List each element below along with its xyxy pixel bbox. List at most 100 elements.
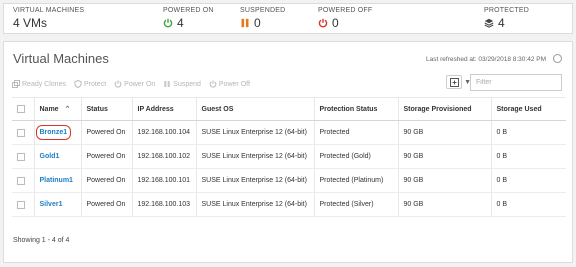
protect-label: Protect: [83, 80, 107, 88]
vm-status: Powered On: [80, 144, 132, 169]
filter-input[interactable]: [470, 74, 562, 91]
column-ip-address[interactable]: IP Address: [131, 97, 196, 121]
power-on-label: Power On: [124, 80, 156, 88]
column-storage-used-label: Storage Used: [496, 105, 542, 113]
last-refreshed-text: Last refreshed at: 03/29/2018 8:30:42 PM: [426, 56, 546, 63]
stat-virtual-machines: Virtual Machines 4 VMs: [13, 7, 84, 30]
column-status-label: Status: [86, 105, 108, 113]
vm-os: SUSE Linux Enterprise 12 (64-bit): [195, 192, 314, 217]
column-name-label: Name: [39, 106, 59, 113]
vm-os: SUSE Linux Enterprise 12 (64-bit): [195, 168, 314, 193]
vm-ip: 192.168.100.101: [131, 168, 196, 193]
protected-count: 4: [498, 16, 505, 30]
power-off-button[interactable]: Power Off: [209, 80, 250, 88]
power-on-button[interactable]: Power On: [114, 80, 155, 88]
vm-storage-used: 0 B: [490, 144, 566, 169]
row-checkbox[interactable]: [17, 152, 25, 161]
pause-icon: [241, 18, 249, 28]
table-row[interactable]: Platinum1 Powered On 192.168.100.101 SUS…: [12, 168, 566, 193]
powered-off-count: 0: [332, 16, 339, 30]
power-off-label: Power Off: [218, 80, 250, 88]
row-select-cell: [12, 120, 34, 145]
stat-value: 4: [484, 16, 529, 30]
power-icon: [114, 80, 122, 88]
pagination-summary: Showing 1 - 4 of 4: [13, 237, 70, 244]
column-os-label: Guest OS: [201, 105, 234, 113]
panel-title: Virtual Machines: [13, 51, 109, 66]
stat-powered-off: Powered Off 0: [318, 7, 372, 30]
stat-label: Virtual Machines: [13, 7, 85, 14]
vm-storage-used: 0 B: [490, 168, 566, 193]
column-name[interactable]: Name ⌃: [33, 97, 81, 121]
stat-label: Suspended: [240, 7, 286, 14]
vm-storage-provisioned: 90 GB: [397, 144, 491, 169]
table-row[interactable]: Gold1 Powered On 192.168.100.102 SUSE Li…: [12, 144, 566, 169]
vm-status: Powered On: [80, 192, 132, 217]
stat-value: 0: [318, 16, 372, 30]
stat-label: Powered On: [163, 7, 214, 14]
vm-name-link[interactable]: Gold1: [40, 153, 60, 160]
vm-storage-used: 0 B: [490, 120, 566, 145]
stat-label: Powered Off: [318, 7, 373, 14]
column-storage-provisioned[interactable]: Storage Provisioned: [397, 97, 491, 121]
stat-powered-on: Powered On 4: [163, 7, 214, 30]
row-select-cell: [12, 144, 34, 169]
vm-os: SUSE Linux Enterprise 12 (64-bit): [195, 120, 314, 145]
action-toolbar: Ready Clones Protect Power On Suspend Po…: [12, 80, 250, 88]
vm-storage-provisioned: 90 GB: [397, 120, 491, 145]
vm-count: 4 VMs: [13, 16, 48, 30]
vm-table: Name ⌃ Status IP Address Guest OS Protect…: [12, 97, 566, 217]
column-protection-status[interactable]: Protection Status: [313, 97, 398, 121]
refresh-icon[interactable]: [553, 54, 562, 63]
suspend-label: Suspend: [173, 80, 201, 88]
select-all-checkbox[interactable]: [17, 105, 25, 113]
column-storage-provisioned-label: Storage Provisioned: [403, 105, 472, 113]
table-header-row: Name ⌃ Status IP Address Guest OS Protect…: [12, 97, 566, 121]
vm-ip: 192.168.100.102: [131, 144, 196, 169]
power-icon: [318, 18, 328, 28]
stat-label: Protected: [484, 7, 529, 14]
vm-protection: Protected: [313, 120, 398, 145]
vm-os: SUSE Linux Enterprise 12 (64-bit): [195, 144, 314, 169]
vm-name-cell: Platinum1: [33, 168, 81, 193]
column-protection-label: Protection Status: [319, 105, 378, 113]
export-button[interactable]: [446, 75, 462, 89]
row-checkbox[interactable]: [17, 128, 25, 137]
vm-name-link[interactable]: Silver1: [40, 201, 63, 208]
pause-icon: [164, 81, 170, 87]
table-row[interactable]: Silver1 Powered On 192.168.100.103 SUSE …: [12, 192, 566, 217]
stat-value: 0: [240, 16, 285, 30]
column-guest-os[interactable]: Guest OS: [195, 97, 314, 121]
vm-storage-provisioned: 90 GB: [397, 168, 491, 193]
suspend-button[interactable]: Suspend: [163, 80, 201, 88]
vm-storage-used: 0 B: [490, 192, 566, 217]
power-icon: [163, 18, 173, 28]
vm-name-cell: Gold1: [33, 144, 81, 169]
vm-storage-provisioned: 90 GB: [397, 192, 491, 217]
vm-status: Powered On: [80, 168, 132, 193]
select-all-column: [12, 97, 34, 121]
table-row[interactable]: Bronze1 Powered On 192.168.100.104 SUSE …: [12, 120, 566, 145]
vm-protection: Protected (Platinum): [313, 168, 398, 193]
row-select-cell: [12, 192, 34, 217]
column-storage-used[interactable]: Storage Used: [490, 97, 566, 121]
row-checkbox[interactable]: [17, 176, 25, 185]
vm-name-cell: Bronze1: [33, 120, 81, 145]
stat-protected: Protected 4: [484, 7, 529, 30]
clone-icon: [12, 80, 20, 88]
vm-name-link[interactable]: Bronze1: [35, 125, 72, 140]
row-select-cell: [12, 168, 34, 193]
stat-value: 4 VMs: [13, 16, 84, 30]
row-checkbox[interactable]: [17, 200, 25, 209]
vm-name-cell: Silver1: [33, 192, 81, 217]
protect-button[interactable]: Protect: [74, 80, 106, 88]
vm-ip: 192.168.100.104: [131, 120, 196, 145]
suspended-count: 0: [254, 16, 261, 30]
stack-icon: [484, 18, 494, 28]
column-status[interactable]: Status: [80, 97, 132, 121]
shield-icon: [74, 80, 82, 88]
vm-name-link[interactable]: Platinum1: [40, 177, 73, 184]
vm-status: Powered On: [80, 120, 132, 145]
ready-clones-button[interactable]: Ready Clones: [12, 80, 66, 88]
sort-asc-icon: ⌃: [64, 106, 71, 113]
